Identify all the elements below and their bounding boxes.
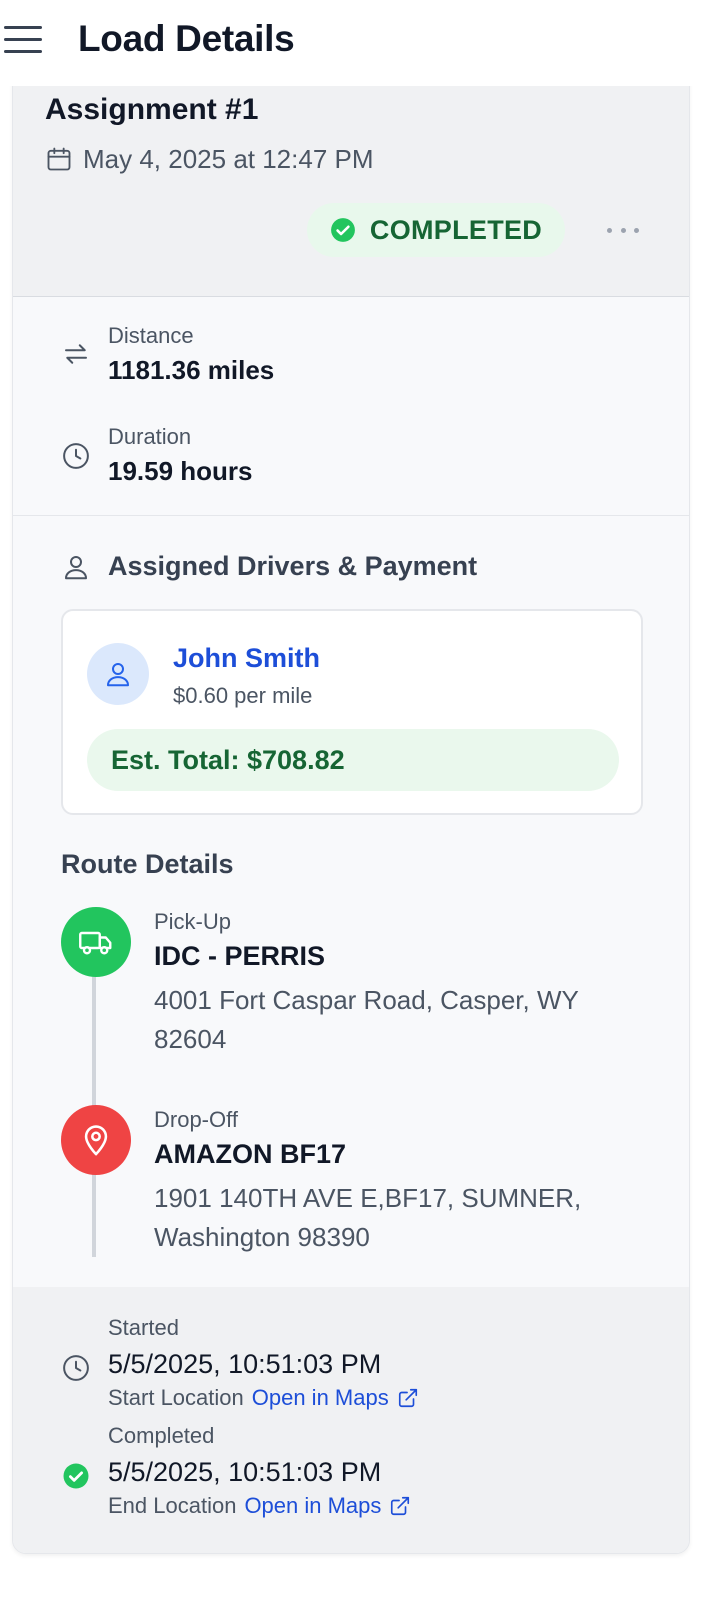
end-location-row: End Location Open in Maps (108, 1493, 411, 1519)
duration-value: 19.59 hours (108, 456, 253, 486)
drivers-section-title: Assigned Drivers & Payment (108, 551, 478, 581)
external-link-icon (391, 1496, 410, 1516)
start-open-in-maps-link[interactable]: Open in Maps (252, 1385, 419, 1411)
completed-time: 5/5/2025, 10:51:03 PM (108, 1457, 382, 1487)
driver-card: John Smith $0.60 per mile Est. Total: $7… (61, 609, 643, 815)
started-time: 5/5/2025, 10:51:03 PM (108, 1349, 382, 1379)
check-circle-icon (63, 1463, 89, 1489)
driver-rate: $0.60 per mile (173, 683, 313, 708)
assignment-card: Assignment #1 May 4, 2025 at 12:47 PM CO… (12, 60, 690, 1554)
calendar-icon (47, 147, 71, 171)
assignment-header: Assignment #1 May 4, 2025 at 12:47 PM CO… (13, 61, 689, 297)
assignment-date-row: May 4, 2025 at 12:47 PM (45, 143, 374, 175)
user-icon (65, 556, 87, 580)
pickup-name: IDC - PERRIS (154, 941, 326, 971)
status-badge: COMPLETED (307, 203, 565, 257)
map-pin-icon (84, 1125, 108, 1156)
open-in-maps-text: Open in Maps (251, 1385, 389, 1410)
arrows-exchange-icon (65, 344, 87, 364)
completed-label: Completed (108, 1423, 215, 1448)
distance-label: Distance (108, 323, 194, 348)
assignment-title: Assignment #1 (45, 93, 259, 126)
external-link-icon (398, 1388, 417, 1408)
dropoff-address: 1901 140TH AVE E,BF17, SUMNER, Washingto… (154, 1183, 582, 1252)
pickup-label: Pick-Up (154, 909, 232, 934)
start-location-label: Start Location (108, 1385, 244, 1410)
duration-label: Duration (108, 424, 192, 449)
check-circle-icon (330, 218, 355, 242)
open-in-maps-text: Open in Maps (244, 1493, 382, 1518)
section-divider (13, 515, 689, 516)
end-open-in-maps-link[interactable]: Open in Maps (244, 1493, 411, 1519)
truck-icon (79, 931, 112, 955)
tracking-section: Started 5/5/2025, 10:51:03 PM Start Loca… (13, 1287, 689, 1553)
top-bar: Load Details (0, 0, 724, 86)
started-label: Started (108, 1315, 179, 1340)
route-section-title: Route Details (61, 849, 234, 879)
dropoff-marker (61, 1105, 131, 1175)
user-icon (107, 663, 129, 687)
menu-icon[interactable] (4, 24, 42, 54)
more-icon[interactable] (607, 215, 639, 245)
est-total-badge: Est. Total: $708.82 (87, 729, 619, 791)
distance-value: 1181.36 miles (108, 355, 275, 385)
end-location-label: End Location (108, 1493, 237, 1518)
pickup-address: 4001 Fort Caspar Road, Casper, WY 82604 (154, 985, 579, 1054)
dropoff-name: AMAZON BF17 (154, 1139, 347, 1169)
dropoff-label: Drop-Off (154, 1107, 238, 1132)
assignment-date: May 4, 2025 at 12:47 PM (83, 143, 374, 174)
page-title: Load Details (78, 18, 295, 59)
start-location-row: Start Location Open in Maps (108, 1385, 419, 1411)
avatar (87, 643, 149, 705)
pickup-marker (61, 907, 131, 977)
driver-name-link[interactable]: John Smith (173, 643, 320, 674)
clock-icon (63, 443, 89, 469)
status-text: COMPLETED (369, 214, 543, 245)
clock-icon (63, 1355, 89, 1381)
